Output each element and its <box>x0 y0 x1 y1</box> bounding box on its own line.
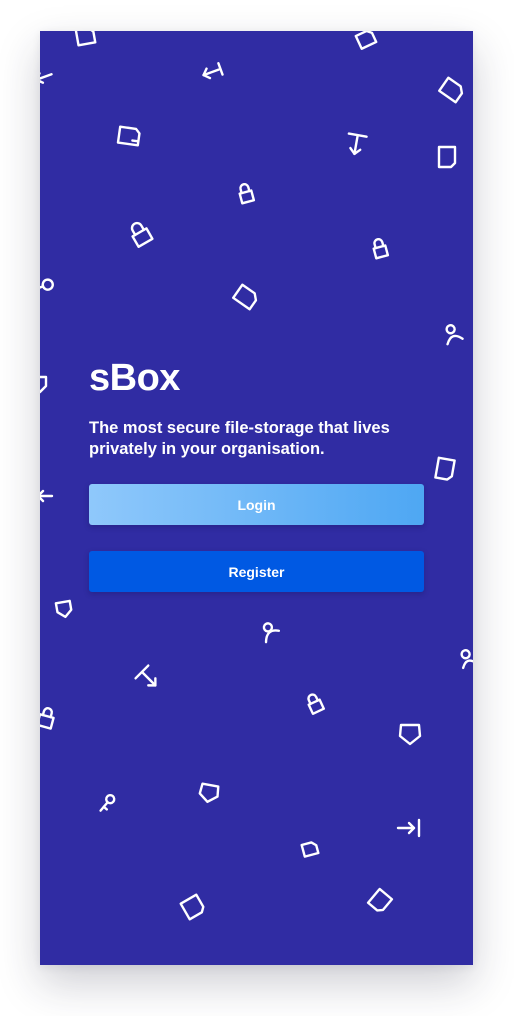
key-icon <box>99 793 116 812</box>
key-icon <box>40 278 54 292</box>
file-icon <box>179 893 205 921</box>
file-icon <box>434 456 456 481</box>
shield-icon <box>40 375 48 394</box>
file-icon <box>74 31 97 47</box>
arrow-icon <box>396 818 421 838</box>
file-icon <box>437 145 457 169</box>
person-icon <box>445 324 464 346</box>
file-icon <box>366 887 394 912</box>
lock-icon <box>307 693 326 715</box>
register-button[interactable]: Register <box>89 551 424 592</box>
lock-icon <box>40 707 55 730</box>
arrow-icon <box>40 72 53 84</box>
hero-section: sBox The most secure file-storage that l… <box>89 356 424 592</box>
file-icon <box>438 76 464 104</box>
app-title: sBox <box>89 357 180 399</box>
file-icon <box>300 841 320 858</box>
lock-icon <box>130 221 154 248</box>
arrow-icon <box>40 489 54 503</box>
person-icon <box>460 649 473 670</box>
lock-icon <box>238 183 256 205</box>
file-icon <box>116 125 141 147</box>
arrow-icon <box>202 62 224 80</box>
arrow-icon <box>347 132 368 156</box>
shield-icon <box>398 723 422 746</box>
file-icon <box>354 31 378 50</box>
lock-icon <box>372 238 390 260</box>
shield-icon <box>198 782 220 804</box>
shield-icon <box>54 599 73 619</box>
page: sBox The most secure file-storage that l… <box>0 0 514 1016</box>
login-button[interactable]: Login <box>89 484 424 525</box>
app-tagline: The most secure file-storage that lives … <box>89 419 390 458</box>
app-screen: sBox The most secure file-storage that l… <box>40 31 473 965</box>
person-icon <box>262 622 281 644</box>
arrow-icon <box>134 664 157 687</box>
file-icon <box>232 283 258 311</box>
